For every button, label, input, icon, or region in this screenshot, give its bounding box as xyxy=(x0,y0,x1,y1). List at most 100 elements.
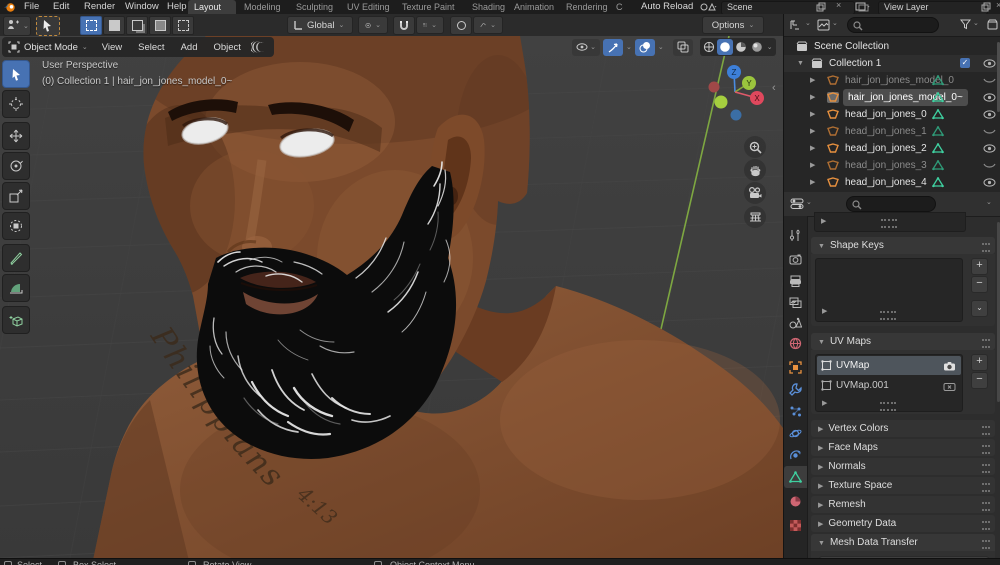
properties-options-dropdown[interactable]: ⌄ xyxy=(986,198,992,206)
tab-texture-paint[interactable]: Texture Paint xyxy=(396,0,461,14)
collection-checkbox[interactable]: ✓ xyxy=(960,58,970,68)
list-resize-grip[interactable] xyxy=(881,219,897,228)
viewport-menu-object[interactable]: Object xyxy=(205,42,248,53)
outliner-row-mesh[interactable]: ▶ head_jon_jones_0 xyxy=(784,106,1000,123)
outliner-row-mesh[interactable]: ▶ head_jon_jones_1 xyxy=(784,123,1000,140)
tab-modeling[interactable]: Modeling xyxy=(238,0,287,14)
tool-move[interactable] xyxy=(2,122,30,150)
eye-closed-icon[interactable] xyxy=(983,78,996,85)
list-resize-grip[interactable] xyxy=(880,311,896,320)
shading-material-button[interactable] xyxy=(733,39,749,55)
menu-file[interactable]: File xyxy=(24,1,39,12)
snap-target-dropdown[interactable]: ⌄ xyxy=(416,16,444,34)
panel-drag-grip[interactable] xyxy=(982,464,990,473)
outliner-search[interactable] xyxy=(847,17,939,33)
xray-toggle[interactable] xyxy=(673,39,693,56)
tool-measure[interactable] xyxy=(2,274,30,302)
viewport-menu-select[interactable]: Select xyxy=(130,42,172,53)
tab-layout[interactable]: Layout xyxy=(188,0,236,14)
menu-help[interactable]: Help xyxy=(167,1,187,12)
axis-neg-x[interactable] xyxy=(709,82,720,93)
display-mode-icon[interactable] xyxy=(817,19,830,31)
tool-add-primitive[interactable] xyxy=(2,306,30,334)
active-tool-button[interactable] xyxy=(36,16,60,36)
shading-solid-button[interactable] xyxy=(717,39,733,55)
3d-viewport[interactable]: Philippians 4:13 xyxy=(0,36,783,558)
navigation-gizmo[interactable]: Z Y X xyxy=(700,62,772,132)
tab-animation[interactable]: Animation xyxy=(508,0,560,14)
crescent-moons-icon[interactable] xyxy=(251,40,267,54)
eye-open-icon[interactable] xyxy=(983,110,996,119)
tab-compositing-truncated[interactable]: Compositing xyxy=(612,0,623,14)
axis-neg-z[interactable] xyxy=(731,110,742,121)
eye-closed-icon[interactable] xyxy=(983,163,996,170)
panel-drag-grip[interactable] xyxy=(982,540,990,549)
tool-transform[interactable] xyxy=(2,212,30,240)
visibility-dropdown[interactable]: ⌄ xyxy=(572,39,600,56)
select-mode-set[interactable] xyxy=(80,16,102,35)
uv-map-remove-button[interactable]: − xyxy=(971,372,988,389)
select-mode-subtract[interactable] xyxy=(126,16,148,35)
properties-search[interactable] xyxy=(846,196,936,212)
tab-physics[interactable] xyxy=(784,422,807,444)
panel-mesh-data-transfer-header[interactable]: ▼Mesh Data Transfer xyxy=(811,534,995,551)
panel-drag-grip[interactable] xyxy=(982,243,990,252)
panel-geometry-data[interactable]: ▶Geometry Data xyxy=(811,515,995,532)
list-filter-expand[interactable]: ▶ xyxy=(821,217,826,225)
tab-rendering[interactable]: Rendering xyxy=(560,0,614,14)
select-mode-intersect[interactable] xyxy=(172,16,194,35)
axis-neg-y[interactable] xyxy=(715,96,728,109)
tool-scale[interactable] xyxy=(2,182,30,210)
camera-render-off-icon[interactable] xyxy=(943,381,956,391)
select-mode-extend[interactable] xyxy=(103,16,125,35)
tool-cursor[interactable] xyxy=(2,90,30,118)
vertex-groups-list-fragment[interactable]: ▶ xyxy=(814,212,966,232)
uv-map-row[interactable]: UVMap.001 xyxy=(817,376,961,395)
transform-orientation-dropdown[interactable]: Global ⌄ xyxy=(287,16,353,34)
view-layer-icon[interactable] xyxy=(855,2,871,12)
shape-key-remove-button[interactable]: − xyxy=(971,276,988,293)
outliner-row-mesh[interactable]: ▶ hair_jon_jones_model_0 xyxy=(784,72,1000,89)
eye-open-icon[interactable] xyxy=(983,144,996,153)
mode-dropdown[interactable]: Object Mode ⌄ xyxy=(2,41,94,53)
outliner-row-mesh[interactable]: ▶ head_jon_jones_2 xyxy=(784,140,1000,157)
new-collection-icon[interactable] xyxy=(987,19,999,30)
remove-view-layer-button[interactable]: × xyxy=(996,0,1000,10)
list-filter-expand[interactable]: ▶ xyxy=(822,307,827,315)
eye-open-icon[interactable] xyxy=(983,59,996,68)
tab-output[interactable] xyxy=(784,270,807,292)
uv-map-add-button[interactable]: + xyxy=(971,354,988,371)
tab-view-layer[interactable] xyxy=(784,292,807,314)
tab-modifiers[interactable] xyxy=(784,378,807,400)
camera-view-button[interactable] xyxy=(744,182,766,204)
panel-drag-grip[interactable] xyxy=(982,521,990,530)
tab-scene[interactable] xyxy=(784,312,807,334)
camera-render-on-icon[interactable] xyxy=(943,361,956,371)
tab-object[interactable] xyxy=(784,356,807,378)
tab-shading[interactable]: Shading xyxy=(466,0,511,14)
pan-button[interactable] xyxy=(744,159,766,181)
new-view-layer-icon[interactable] xyxy=(981,2,991,12)
panel-drag-grip[interactable] xyxy=(982,339,990,348)
panel-drag-grip[interactable] xyxy=(982,502,990,511)
outliner-row-scene-collection[interactable]: Scene Collection xyxy=(784,38,1000,55)
panel-texture-space[interactable]: ▶Texture Space xyxy=(811,477,995,494)
outliner-row-mesh[interactable]: ▶ head_jon_jones_3 xyxy=(784,157,1000,174)
properties-editor-icon[interactable] xyxy=(790,198,804,209)
auto-reload-toggle[interactable]: Auto Reload xyxy=(641,1,693,12)
panel-drag-grip[interactable] xyxy=(982,445,990,454)
tab-tool[interactable] xyxy=(784,224,807,246)
eye-open-icon[interactable] xyxy=(983,93,996,102)
list-filter-expand[interactable]: ▶ xyxy=(822,399,827,407)
overlays-dropdown[interactable]: ⌄ xyxy=(658,43,664,51)
menu-edit[interactable]: Edit xyxy=(53,1,69,12)
shading-rendered-button[interactable] xyxy=(749,39,765,55)
select-mode-invert[interactable] xyxy=(149,16,171,35)
panel-shape-keys-header[interactable]: ▼Shape Keys xyxy=(811,237,995,254)
tab-world[interactable] xyxy=(784,332,807,354)
tool-annotate[interactable] xyxy=(2,244,30,272)
options-dropdown[interactable]: Options⌄ xyxy=(702,16,764,34)
tool-rotate[interactable] xyxy=(2,152,30,180)
viewport-menu-view[interactable]: View xyxy=(94,42,130,53)
menu-render[interactable]: Render xyxy=(84,1,115,12)
